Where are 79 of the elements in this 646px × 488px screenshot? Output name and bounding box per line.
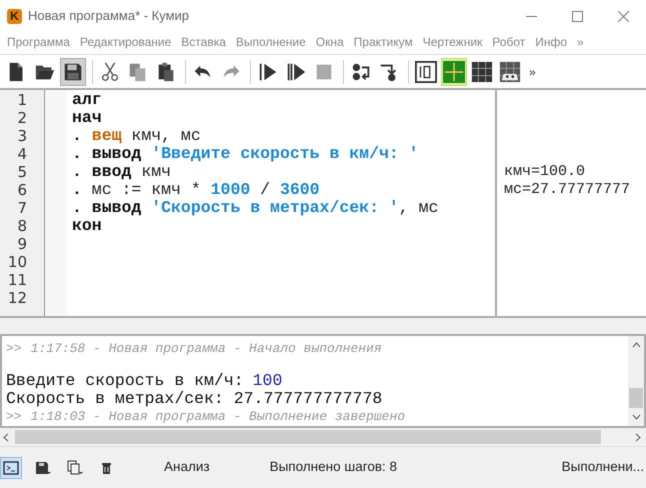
line-number: 12 (6, 289, 28, 307)
run-status: Выполнени... (562, 458, 644, 476)
step-counter: Выполнено шагов: 8 (270, 458, 398, 476)
code-token: нач (72, 109, 102, 127)
save-icon (35, 460, 51, 476)
code-token: кмч * (150, 181, 201, 199)
code-token: 'Введите скорость в км/ч: ' (150, 145, 419, 163)
code-token: 1000 (210, 181, 250, 199)
menu-item[interactable]: Вставка (176, 33, 231, 51)
line-number: 9 (16, 235, 28, 253)
code-token: кон (72, 217, 102, 235)
menu-item[interactable]: Практикум (348, 33, 418, 51)
scroll-right-icon[interactable] (635, 432, 641, 442)
line-number: 8 (16, 217, 28, 235)
indent-mark: . (72, 163, 82, 181)
code-token: 3600 (278, 181, 320, 199)
code-token: мс := (90, 181, 142, 199)
app-icon: K (7, 8, 22, 24)
scissors-icon (99, 60, 121, 82)
indent-mark: . (72, 199, 82, 217)
close-icon (618, 10, 628, 22)
menu-item[interactable]: » (572, 33, 589, 51)
gamepad-icon (499, 60, 521, 82)
toolbar-button[interactable] (60, 58, 86, 86)
line-number: 6 (16, 181, 28, 199)
console-output: Введите скорость в км/ч: (6, 372, 244, 390)
horizontal-scrollbar[interactable] (0, 428, 646, 446)
scroll-thumb[interactable] (629, 388, 643, 408)
menu-item[interactable]: Окна (310, 33, 349, 51)
window-title: Новая программа* - Кумир (28, 7, 190, 26)
menu-item[interactable]: Программа (2, 33, 75, 51)
menu-item[interactable]: Чертежник (418, 33, 488, 51)
variable-value: мс=27.77777777 (504, 181, 630, 198)
line-number: 5 (16, 163, 28, 181)
console-log: 1:18:03 - Новая программа - Выполнение завершено (30, 408, 406, 426)
line-number: 4 (16, 145, 28, 163)
line-number: 1 (16, 91, 28, 109)
code-token: алг (72, 91, 102, 109)
vertical-scrollbar[interactable] (628, 336, 644, 426)
overflow-button[interactable]: » (529, 62, 536, 80)
menu-item[interactable]: Инфо (530, 33, 572, 51)
console-prompt: >> (6, 408, 22, 426)
console-output: Скорость в метрах/сек: 27.777777777778 (6, 390, 382, 408)
console-prompt: >> (6, 340, 22, 358)
line-number: 2 (16, 109, 28, 127)
menu-item[interactable]: Выполнение (230, 33, 311, 51)
code-token: вывод (90, 145, 142, 163)
code-token: кмч, мс (130, 127, 201, 145)
line-number: 3 (16, 127, 28, 145)
indent-mark: . (72, 145, 82, 163)
line-number: 10 (6, 253, 28, 271)
typed-input-text: 100 (252, 372, 282, 390)
code-token: кмч (140, 163, 172, 181)
grid-icon (471, 60, 493, 82)
indent-mark: . (72, 127, 82, 145)
scroll-thumb[interactable] (15, 430, 601, 444)
line-number: 7 (16, 199, 28, 217)
maximize-icon (572, 10, 582, 22)
code-token: , мс (398, 199, 438, 217)
scroll-left-icon[interactable] (3, 432, 9, 442)
scroll-up-icon[interactable] (632, 342, 640, 348)
status-button[interactable] (0, 456, 22, 478)
counter-icon (415, 60, 437, 82)
copy-icon (67, 460, 83, 476)
variable-value: кмч=100.0 (504, 163, 586, 180)
code-token: ввод (90, 163, 132, 181)
code-token: вывод (90, 199, 142, 217)
console-icon (3, 460, 19, 476)
menu-item[interactable]: Робот (487, 33, 530, 51)
line-number: 11 (6, 271, 28, 289)
console-log: 1:17:58 - Новая программа - Начало выполнения (30, 340, 382, 358)
menu-item[interactable]: Редактирование (74, 33, 176, 51)
grid-icon (443, 60, 465, 82)
code-token: вещ (90, 127, 122, 145)
code-token: 'Скорость в метрах/сек: ' (150, 199, 399, 217)
status-mode: Анализ (164, 458, 210, 476)
code-token: / (259, 181, 270, 199)
indent-mark: . (72, 181, 82, 199)
scroll-down-icon[interactable] (632, 414, 640, 420)
